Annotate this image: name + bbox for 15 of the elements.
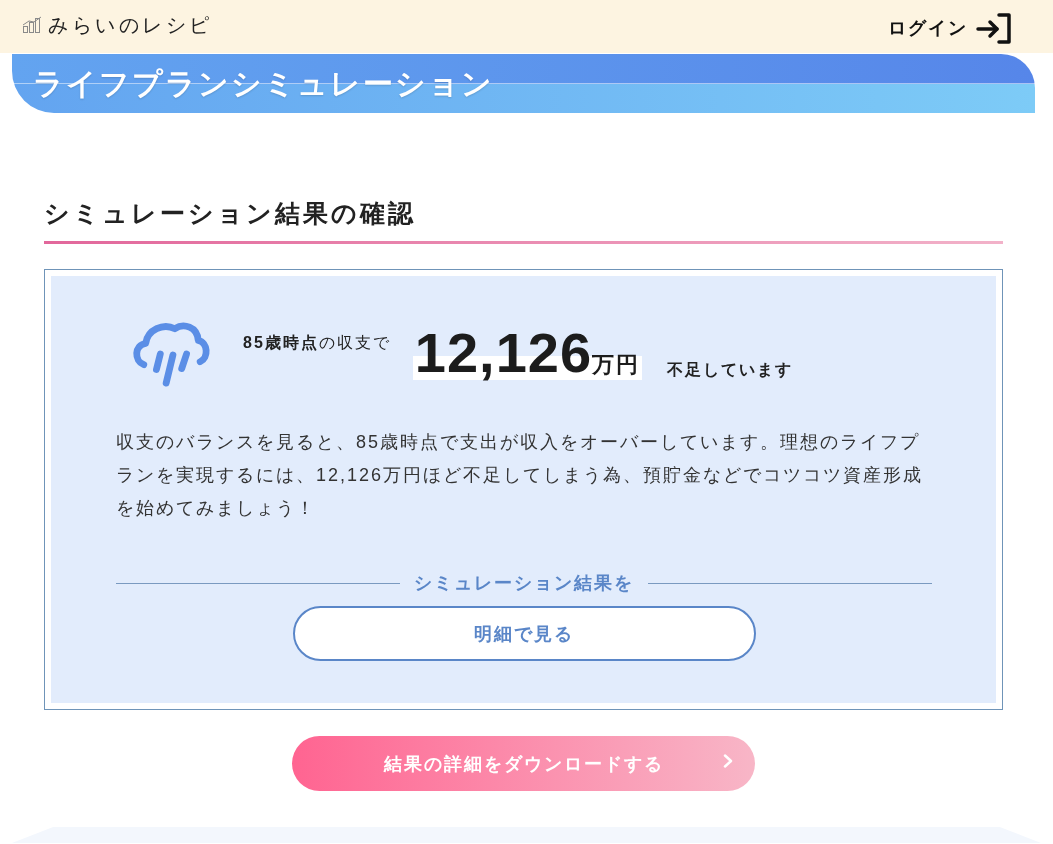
chevron-right-icon [723,753,733,768]
divider-label: シミュレーション結果を [414,572,634,595]
download-button[interactable]: 結果の詳細をダウンロードする [292,736,755,791]
summary-lead: 85歳時点の収支で [243,333,391,353]
page-title: ライフプランシミュレーション [33,65,494,102]
login-icon [975,11,1013,44]
amount-unit: 万円 [592,352,641,377]
section-heading: シミュレーション結果の確認 [44,198,417,229]
result-message: 収支のバランスを見ると、85歳時点で支出が収入をオーバーしています。理想のライフプランを実現するには、12,126万円ほど不足してしまう為、預貯金などでコツコツ資産形成を始めてみましょう！ [116,431,925,520]
detail-button[interactable]: 明細で見る [292,606,756,661]
logo-text: みらいのレシピ [48,12,213,38]
shortfall-amount: 12,126 [414,321,593,385]
chart-logo-icon [22,15,42,34]
shortfall-status: 不足しています [667,360,794,380]
login-link[interactable]: ログイン [888,5,1013,44]
